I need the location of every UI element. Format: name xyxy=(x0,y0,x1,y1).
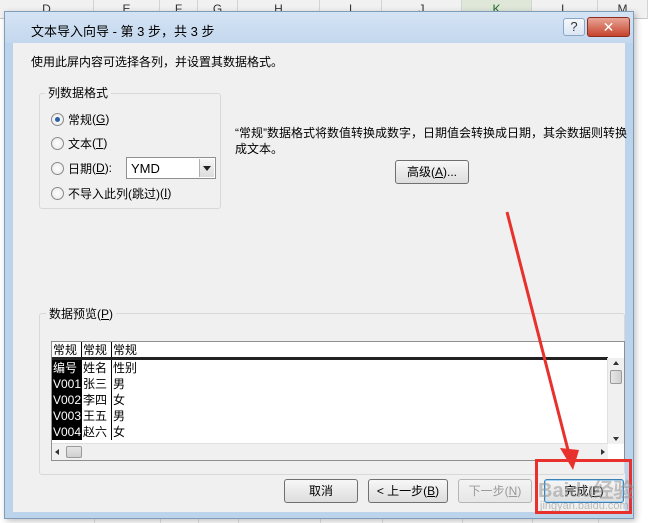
watermark-url: jingyan.baidu.com xyxy=(540,500,629,512)
annotation-arrow xyxy=(505,211,579,470)
watermark-logo: Baidu经验 xyxy=(538,480,634,502)
